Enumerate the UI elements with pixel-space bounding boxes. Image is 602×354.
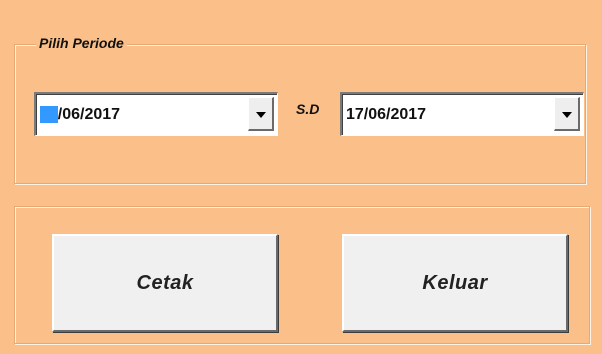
start-date-month-year[interactable]: /06/2017 [58,106,120,123]
end-date-picker[interactable]: 17/06/2017 [340,92,584,136]
exit-button-label: Keluar [422,271,488,294]
separator-label: S.D [296,101,320,117]
end-date-value[interactable]: 17/06/2017 [346,105,426,125]
exit-button[interactable]: Keluar [342,234,568,332]
start-date-dropdown-button[interactable] [248,97,274,131]
chevron-down-icon [256,112,266,118]
start-date-value[interactable]: 17/06/2017 [40,105,120,125]
chevron-down-icon [562,112,572,118]
period-group-legend: Pilih Periode [36,34,127,52]
print-button-label: Cetak [136,271,194,294]
periode-form: Pilih Periode 17/06/2017 S.D 17/06/2017 … [0,0,602,354]
end-date-dropdown-button[interactable] [554,97,580,131]
print-button[interactable]: Cetak [52,234,278,332]
start-date-picker[interactable]: 17/06/2017 [34,92,278,136]
start-date-day-selection[interactable]: 17 [40,106,58,123]
